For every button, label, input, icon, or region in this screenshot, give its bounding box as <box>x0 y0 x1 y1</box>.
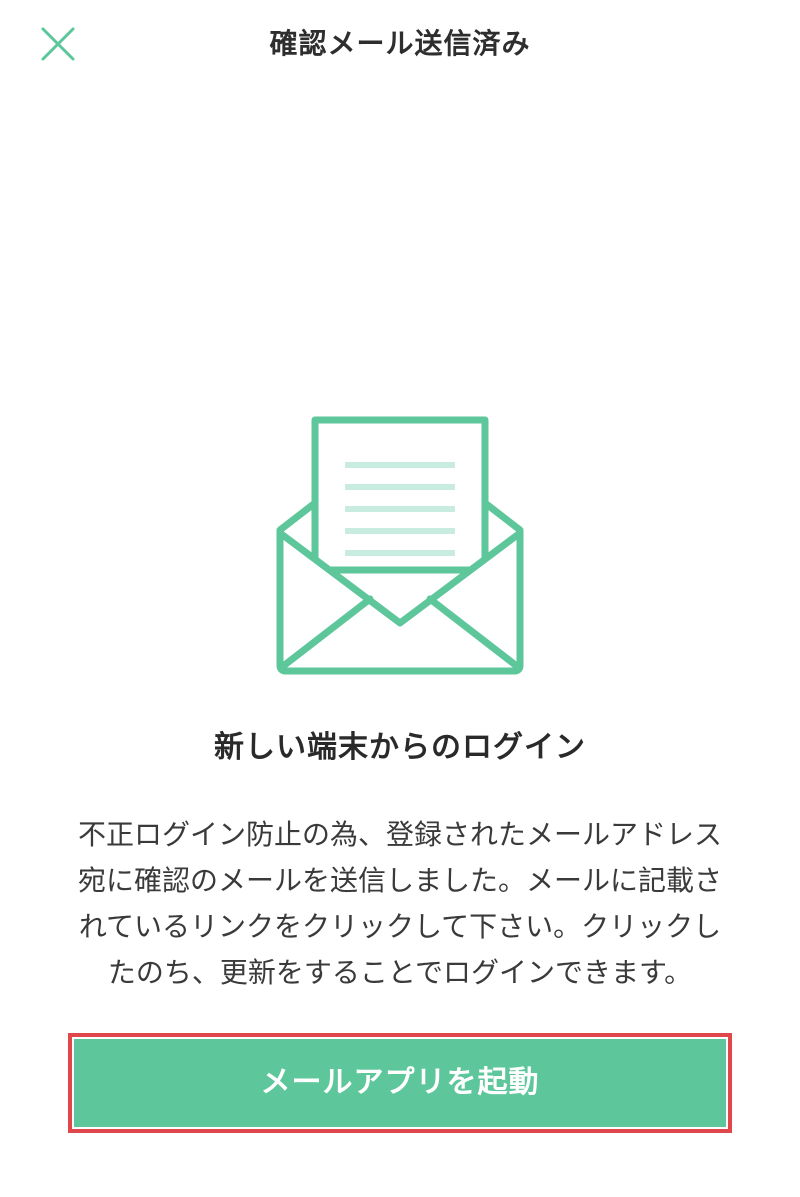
description-text: 不正ログイン防止の為、登録されたメールアドレス 宛に確認のメールを送信しました。… <box>40 812 760 996</box>
description-line: 不正ログイン防止の為、登録されたメールアドレス <box>77 818 722 851</box>
description-line: れているリンクをクリックして下さい。クリックし <box>78 910 722 943</box>
envelope-open-icon <box>270 415 530 680</box>
description-line: たのち、更新をすることでログインできます。 <box>107 956 693 989</box>
description-line: 宛に確認のメールを送信しました。メールに記載さ <box>77 864 722 897</box>
header: 確認メール送信済み <box>0 0 800 90</box>
page-title: 確認メール送信済み <box>269 27 531 60</box>
open-mail-app-button[interactable]: メールアプリを起動 <box>74 1039 726 1127</box>
section-heading: 新しい端末からのログイン <box>214 730 586 765</box>
